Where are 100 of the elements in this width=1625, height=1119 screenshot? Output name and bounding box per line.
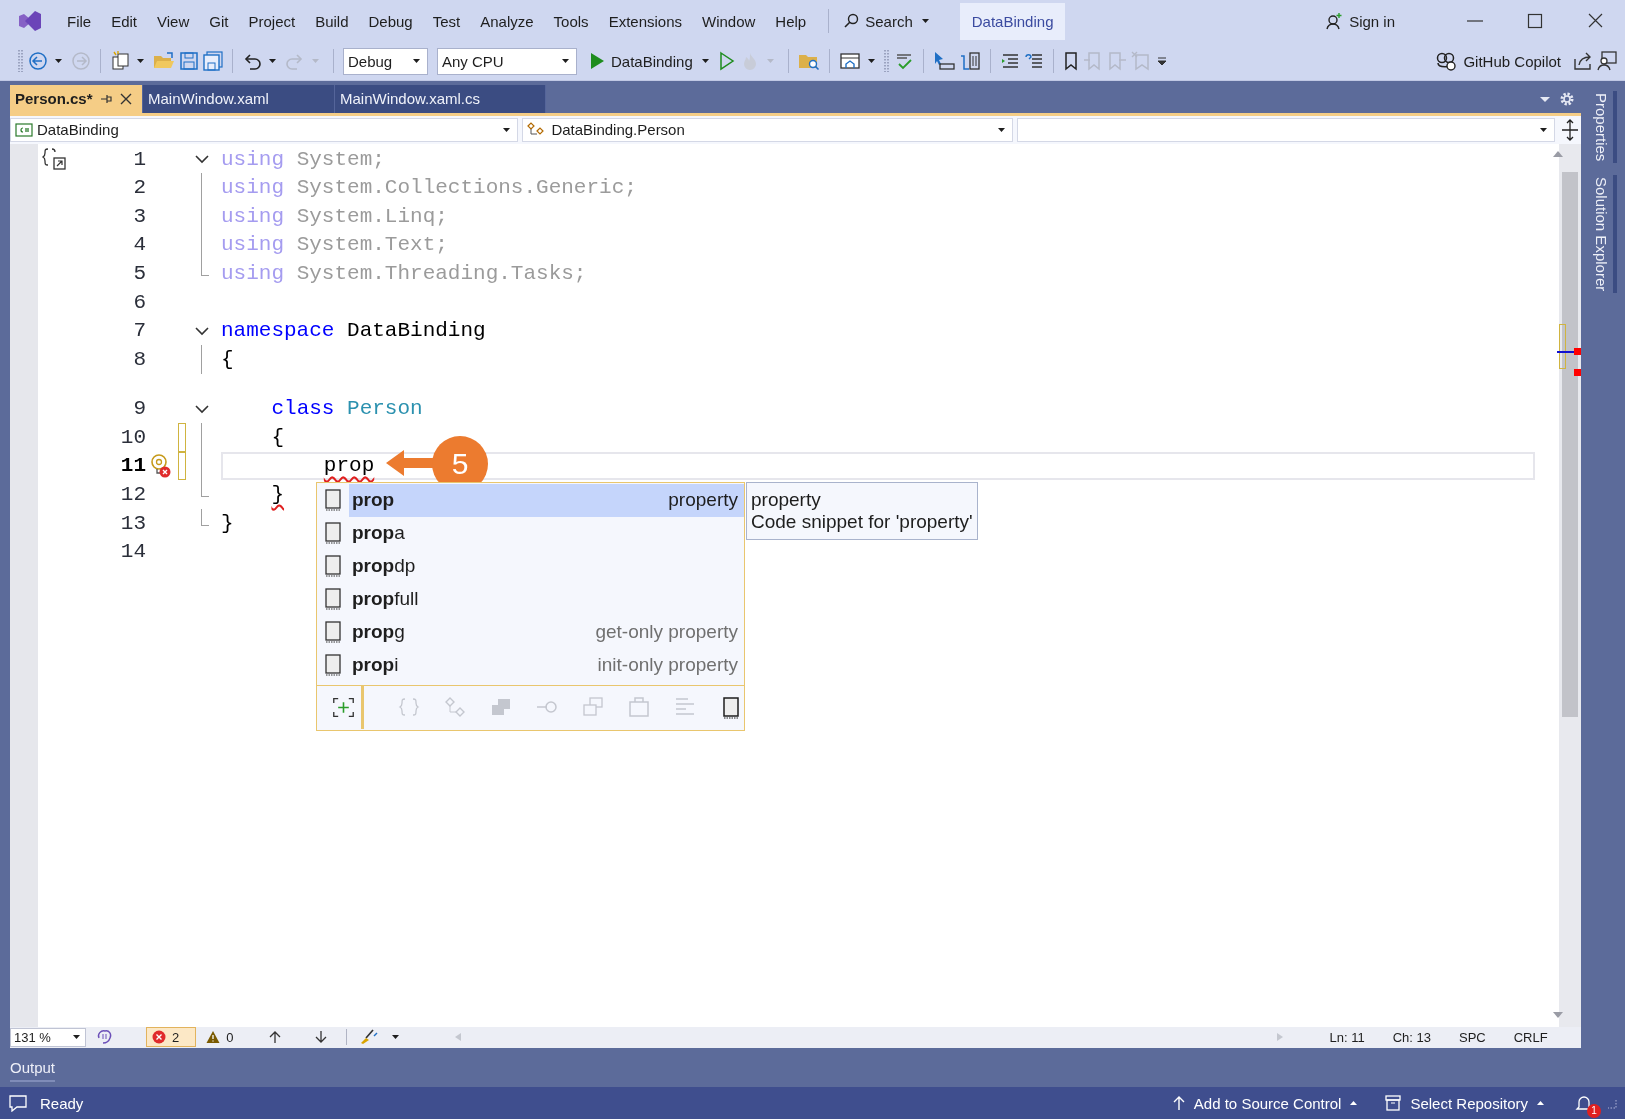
sign-in-button[interactable]: Sign in (1325, 12, 1395, 31)
repository-button[interactable]: Select Repository (1384, 1094, 1545, 1112)
output-tab[interactable]: Output (10, 1055, 56, 1083)
share-icon[interactable] (1573, 51, 1593, 71)
snippet-icon (323, 620, 343, 645)
caret-up-icon (1536, 1099, 1545, 1108)
zoom-dropdown[interactable]: 131 % (10, 1027, 86, 1047)
caret-icon (72, 1033, 81, 1042)
type-dropdown[interactable]: DataBinding.Person (522, 117, 1013, 142)
overflow-icon[interactable] (1156, 55, 1167, 67)
menu-item[interactable]: Build (305, 12, 359, 30)
collapse-icon[interactable] (194, 324, 210, 337)
new-item-icon[interactable] (110, 51, 130, 71)
resize-grip-icon[interactable] (1605, 1097, 1617, 1110)
warnings-button[interactable]: 0 (206, 1029, 234, 1045)
document-tab[interactable]: MainWindow.xaml.cs (335, 84, 546, 113)
menu-item[interactable]: Edit (101, 12, 148, 30)
outdent-icon[interactable] (1023, 51, 1044, 71)
copilot-icon (1435, 51, 1458, 71)
caret-icon[interactable] (268, 57, 277, 65)
completion-item[interactable]: propg get-only property (317, 615, 744, 649)
settings-icon[interactable] (1559, 90, 1575, 107)
caret-icon (502, 125, 512, 134)
project-dropdown[interactable]: DataBinding (10, 117, 519, 142)
save-icon[interactable] (179, 51, 199, 71)
menu-item[interactable]: Debug (358, 12, 423, 30)
change-marker (1559, 323, 1566, 369)
scroll-down-icon[interactable] (1552, 1010, 1564, 1019)
toolbar-grip[interactable] (18, 49, 24, 73)
menu-item[interactable]: Git (199, 12, 239, 30)
window-icon[interactable] (838, 51, 861, 71)
down-arrow-icon[interactable] (314, 1030, 329, 1045)
menu-item[interactable]: Extensions (598, 12, 692, 30)
document-tab[interactable]: Person.cs* (10, 84, 143, 113)
line-indicator[interactable]: Ln: 11 (1329, 1029, 1365, 1045)
bell-icon[interactable] (1575, 1094, 1593, 1113)
solution-name: DataBinding (959, 2, 1066, 40)
menu-item[interactable]: Help (765, 12, 817, 30)
side-tab[interactable]: Solution Explorer (1589, 175, 1617, 294)
configuration-dropdown[interactable]: Debug (343, 47, 428, 75)
menu-item[interactable]: Analyze (470, 12, 544, 30)
line-ending-indicator[interactable]: CRLF (1513, 1029, 1548, 1045)
back-icon[interactable] (28, 51, 48, 71)
menu-item[interactable]: View (147, 12, 200, 30)
collapse-icon[interactable] (194, 402, 210, 415)
error-marker (1574, 347, 1581, 355)
menu-item[interactable]: Project (238, 12, 306, 30)
feedback-icon[interactable] (1597, 51, 1617, 71)
platform-dropdown[interactable]: Any CPU (437, 47, 577, 75)
play-outline-icon[interactable] (717, 51, 736, 71)
caret-icon[interactable] (391, 1033, 401, 1042)
bookmark-icon[interactable] (1062, 51, 1079, 71)
undo-icon[interactable] (242, 51, 262, 71)
caret-icon[interactable] (866, 57, 876, 65)
menu-item[interactable]: Window (692, 12, 766, 30)
split-icon[interactable] (1559, 116, 1581, 143)
completion-item[interactable]: propdp (317, 549, 744, 583)
completion-item[interactable]: propa (317, 516, 744, 550)
code-line: using System; (221, 147, 385, 171)
copilot-button[interactable]: GitHub Copilot (1435, 51, 1561, 71)
pointer-icon[interactable] (932, 51, 955, 71)
caret-icon (412, 57, 421, 65)
caret-icon (997, 125, 1006, 134)
vertical-scrollbar[interactable] (1559, 143, 1581, 1027)
menu-item[interactable]: File (57, 12, 102, 30)
menu-item[interactable]: Test (422, 12, 471, 30)
brush-icon[interactable] (359, 1029, 380, 1046)
open-folder-icon[interactable] (153, 51, 175, 71)
lightbulb-error-icon[interactable] (148, 453, 173, 479)
document-tab[interactable]: MainWindow.xaml (143, 84, 335, 113)
collapse-icon[interactable] (194, 153, 210, 166)
caret-icon[interactable] (136, 57, 145, 65)
indent-icon[interactable] (999, 51, 1020, 71)
completion-item[interactable]: propi init-only property (317, 648, 744, 682)
toolbar-grip[interactable] (883, 49, 890, 73)
snippet-icon[interactable] (720, 695, 742, 720)
source-control-button[interactable]: Add to Source Control (1171, 1094, 1359, 1112)
caret-icon (920, 17, 930, 26)
column-indicator[interactable]: Ch: 13 (1392, 1029, 1431, 1045)
up-arrow-icon (1171, 1095, 1186, 1112)
message-icon[interactable] (8, 1094, 28, 1113)
scroll-up-icon[interactable] (1552, 149, 1564, 158)
caret-icon (700, 57, 710, 65)
code-line: using System.Linq; (221, 204, 448, 228)
close-icon[interactable] (118, 91, 133, 106)
errors-button[interactable]: 2 (146, 1027, 197, 1048)
search-button[interactable]: Search (843, 12, 934, 30)
save-all-icon[interactable] (203, 51, 223, 71)
code-line: using System.Threading.Tasks; (221, 261, 587, 285)
side-tab[interactable]: Properties (1589, 90, 1617, 164)
line-number: 14 (119, 540, 146, 564)
caret-icon[interactable] (54, 57, 63, 65)
whitespace-indicator[interactable]: SPC (1458, 1029, 1486, 1045)
menu-item[interactable]: Tools (543, 12, 599, 30)
line-number: 13 (119, 511, 146, 535)
completion-item[interactable]: propfull (317, 582, 744, 616)
start-button[interactable]: DataBinding (589, 52, 714, 70)
up-arrow-icon[interactable] (268, 1030, 283, 1045)
snippet-icon (323, 554, 343, 579)
columns-icon[interactable] (958, 51, 981, 71)
